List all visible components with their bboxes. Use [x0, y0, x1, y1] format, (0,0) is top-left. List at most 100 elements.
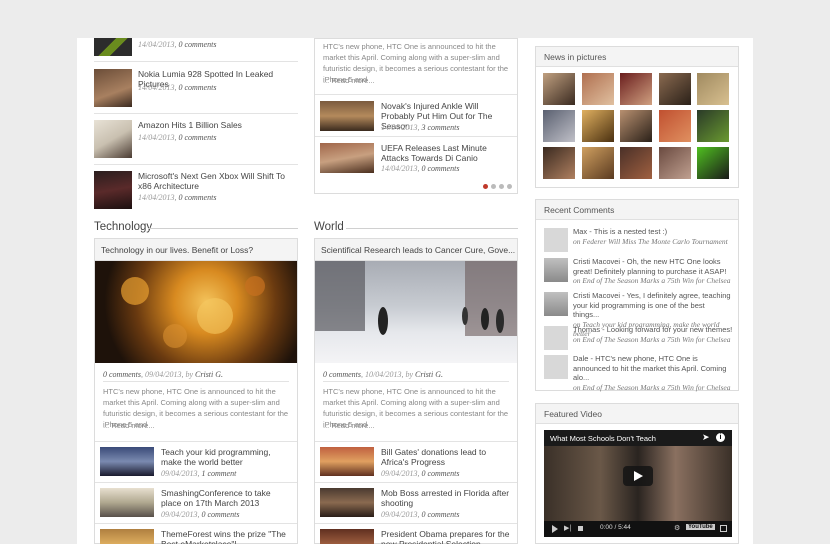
list-title[interactable]: Amazon Hits 1 Billion Sales [138, 120, 298, 130]
recent-comments-widget: Recent Comments Max - This is a nested t… [535, 199, 739, 392]
gallery-thumb[interactable] [697, 73, 729, 105]
divider [95, 441, 297, 442]
comment-item: Thomas - Looking forward for your new th… [573, 325, 733, 344]
comment-post-link[interactable]: End of The Season Marks a 75th Win for C… [582, 383, 730, 392]
comments-link[interactable]: 1 comment [201, 469, 236, 478]
comments-link[interactable]: 0 comments [178, 133, 216, 142]
section-title[interactable]: Technology [94, 221, 152, 233]
list-thumb[interactable] [94, 120, 132, 158]
read-more-link[interactable]: ... Read more... [323, 420, 375, 431]
video-player[interactable]: What Most Schools Don't Teach ➤ i ▶| 0:0… [544, 430, 732, 537]
slider-dot[interactable] [491, 184, 496, 189]
volume-icon[interactable] [578, 526, 583, 531]
gallery-thumb[interactable] [697, 147, 729, 179]
comments-link[interactable]: 0 comments [421, 510, 459, 519]
feature-title[interactable]: Technology in our lives. Benefit or Loss… [101, 245, 253, 255]
list-title[interactable]: Microsoft's Next Gen Xbox Will Shift To … [138, 171, 298, 191]
comments-link[interactable]: 0 comments [421, 469, 459, 478]
list-thumb[interactable] [100, 447, 154, 476]
avatar[interactable] [544, 258, 568, 282]
list-thumb[interactable] [94, 38, 132, 56]
gallery-thumb[interactable] [620, 73, 652, 105]
comment-post-link[interactable]: End of The Season Marks a 75th Win for C… [582, 335, 730, 344]
gallery-thumb[interactable] [620, 147, 652, 179]
slider-dot[interactable] [499, 184, 504, 189]
list-title[interactable]: UEFA Releases Last Minute Attacks Toward… [381, 143, 513, 163]
comments-link[interactable]: 0 comments [178, 83, 216, 92]
street-graphic [315, 261, 517, 336]
video-title[interactable]: What Most Schools Don't Teach [550, 434, 656, 443]
list-thumb[interactable] [320, 529, 374, 544]
gallery-thumb[interactable] [620, 110, 652, 142]
feature-title[interactable]: Scientifical Research leads to Cancer Cu… [321, 245, 515, 255]
avatar[interactable] [544, 292, 568, 316]
avatar[interactable] [544, 326, 568, 350]
list-title[interactable]: ThemeForest wins the prize "The Best eMa… [161, 529, 293, 544]
gallery-thumb[interactable] [581, 147, 614, 179]
divider [315, 441, 517, 442]
gallery-thumb[interactable] [543, 110, 575, 142]
comments-link[interactable]: 3 comments [421, 123, 459, 132]
info-icon[interactable]: i [716, 433, 725, 442]
foliage-graphic [121, 276, 265, 348]
list-title[interactable]: Bill Gates' donations lead to Africa's P… [381, 447, 513, 467]
list-thumb[interactable] [320, 143, 374, 173]
list-thumb[interactable] [100, 529, 154, 544]
mid-slider-box: HTC's new phone, HTC One is announced to… [314, 38, 518, 194]
avatar[interactable] [544, 228, 568, 252]
list-title[interactable]: Mob Boss arrested in Florida after shoot… [381, 488, 513, 508]
gallery-thumb[interactable] [581, 73, 614, 105]
skip-icon[interactable]: ▶| [564, 524, 571, 532]
list-title[interactable]: SmashingConference to take place on 17th… [161, 488, 293, 508]
list-meta: 14/04/2013, 0 comments [138, 40, 217, 49]
gallery-thumb[interactable] [697, 110, 729, 142]
youtube-logo[interactable]: YouTube [686, 524, 715, 530]
divider [315, 136, 517, 137]
read-more-link[interactable]: ... Read more... [103, 420, 155, 431]
comment-post-link[interactable]: Federer Will Miss The Monte Carlo Tourna… [582, 237, 727, 246]
gallery-thumb[interactable] [543, 73, 575, 105]
comment-link[interactable]: Thomas - Looking forward for your new th… [573, 325, 732, 334]
gallery-thumb[interactable] [543, 147, 575, 179]
comment-link[interactable]: Dale - HTC's new phone, HTC One is annou… [573, 354, 726, 382]
widget-title: Recent Comments [536, 200, 738, 220]
comment-post-link[interactable]: End of The Season Marks a 75th Win for C… [582, 276, 730, 285]
comments-link[interactable]: 0 comments [421, 164, 459, 173]
slider-dot[interactable] [507, 184, 512, 189]
author-link[interactable]: Cristi G. [195, 370, 223, 379]
play-button[interactable] [623, 466, 653, 486]
gallery-thumb[interactable] [658, 110, 691, 142]
list-thumb[interactable] [100, 488, 154, 517]
comment-link[interactable]: Cristi Macovei - Yes, I definitely agree… [573, 291, 731, 319]
comments-link[interactable]: 0 comments [178, 40, 216, 49]
list-thumb[interactable] [320, 488, 374, 517]
list-title[interactable]: President Obama prepares for the new Pre… [381, 529, 513, 544]
gallery-thumb[interactable] [658, 147, 691, 179]
section-title[interactable]: World [314, 221, 344, 233]
gallery-thumb[interactable] [581, 110, 614, 142]
read-more-link[interactable]: ... Read more... [323, 75, 375, 86]
list-title[interactable]: Teach your kid programming, make the wor… [161, 447, 293, 467]
comments-link[interactable]: 0 comments [103, 370, 141, 379]
settings-icon[interactable]: ⚙ [674, 524, 680, 532]
play-control-icon[interactable] [552, 525, 558, 533]
list-thumb[interactable] [94, 171, 132, 209]
comments-link[interactable]: 0 comments [323, 370, 361, 379]
list-thumb[interactable] [320, 447, 374, 476]
feature-image[interactable] [95, 261, 297, 363]
comment-link[interactable]: Max - This is a nested test :) [573, 227, 667, 236]
gallery-thumb[interactable] [658, 73, 691, 105]
divider [103, 381, 289, 382]
fullscreen-icon[interactable] [720, 525, 727, 532]
feature-meta: 0 comments, 09/04/2013, by Cristi G. [103, 370, 224, 379]
feature-image[interactable] [315, 261, 517, 363]
comment-link[interactable]: Cristi Macovei - Oh, the new HTC One loo… [573, 257, 726, 276]
share-icon[interactable]: ➤ [702, 432, 710, 443]
list-thumb[interactable] [320, 101, 374, 131]
comments-link[interactable]: 0 comments [178, 193, 216, 202]
slider-dot-active[interactable] [483, 184, 488, 189]
author-link[interactable]: Cristi G. [415, 370, 443, 379]
list-thumb[interactable] [94, 69, 132, 107]
comments-link[interactable]: 0 comments [201, 510, 239, 519]
avatar[interactable] [544, 355, 568, 379]
